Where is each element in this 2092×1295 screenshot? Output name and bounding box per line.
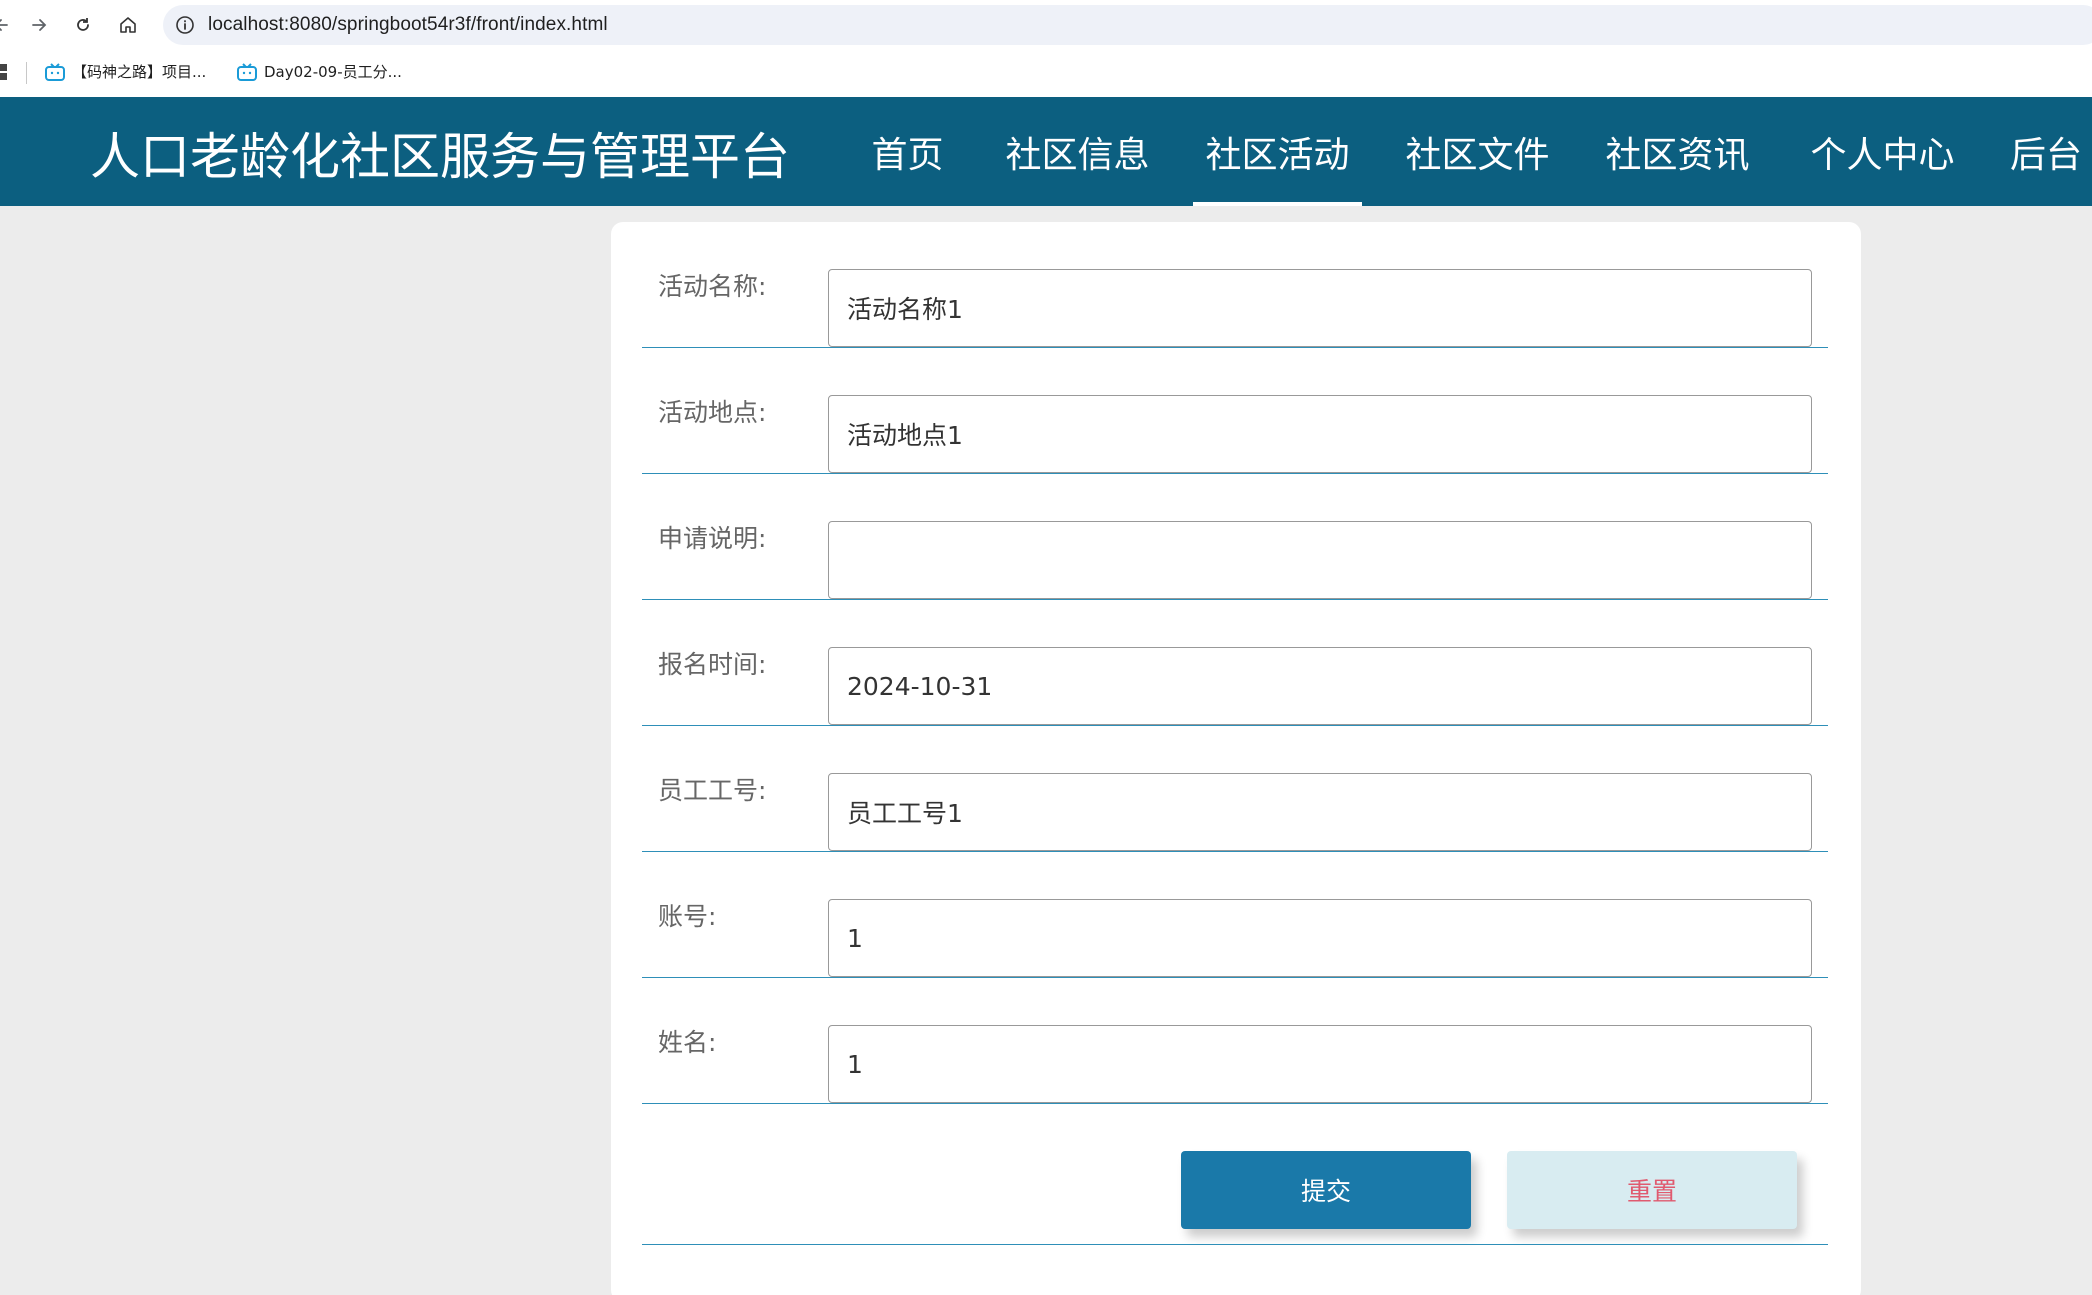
bookmark-item[interactable]: Day02-09-员工分... bbox=[236, 61, 402, 82]
form-row-application-note: 申请说明: bbox=[642, 474, 1828, 600]
input-name[interactable] bbox=[828, 1025, 1812, 1103]
nav-community-files[interactable]: 社区文件 bbox=[1400, 97, 1555, 206]
nav-community-news[interactable]: 社区资讯 bbox=[1600, 97, 1755, 206]
nav-community-info[interactable]: 社区信息 bbox=[1000, 97, 1155, 206]
nav-home[interactable]: 首页 bbox=[860, 97, 955, 206]
bookmark-item[interactable]: 【码神之路】项目... bbox=[44, 61, 206, 82]
label-signup-date: 报名时间: bbox=[658, 650, 767, 679]
reload-icon[interactable] bbox=[68, 10, 98, 40]
form-row-activity-name: 活动名称: bbox=[642, 222, 1828, 348]
input-account[interactable] bbox=[828, 899, 1812, 977]
nav-personal-center[interactable]: 个人中心 bbox=[1805, 97, 1960, 206]
site-title: 人口老龄化社区服务与管理平台 bbox=[90, 128, 790, 186]
label-employee-id: 员工工号: bbox=[658, 776, 767, 805]
bookmark-label: Day02-09-员工分... bbox=[264, 63, 402, 81]
input-activity-name[interactable] bbox=[828, 269, 1812, 347]
submit-button[interactable]: 提交 bbox=[1181, 1151, 1471, 1229]
form-row-name: 姓名: bbox=[642, 978, 1828, 1104]
back-icon[interactable] bbox=[0, 10, 18, 40]
form-bottom-divider bbox=[642, 1244, 1828, 1245]
input-application-note[interactable] bbox=[828, 521, 1812, 599]
label-application-note: 申请说明: bbox=[658, 524, 767, 553]
activity-form-card: 活动名称: 活动地点: 申请说明: 报名时间: 员工工号: 账号: 姓名: 提交… bbox=[611, 222, 1861, 1295]
bilibili-tv-icon bbox=[237, 62, 257, 81]
home-icon[interactable] bbox=[113, 10, 143, 40]
form-row-account: 账号: bbox=[642, 852, 1828, 978]
input-employee-id[interactable] bbox=[828, 773, 1812, 851]
input-signup-date[interactable] bbox=[828, 647, 1812, 725]
browser-chrome: localhost:8080/springboot54r3f/front/ind… bbox=[0, 0, 2092, 97]
site-header: 人口老龄化社区服务与管理平台 首页 社区信息 社区活动 社区文件 社区资讯 个人… bbox=[0, 97, 2092, 206]
label-activity-location: 活动地点: bbox=[658, 398, 767, 427]
address-bar[interactable]: localhost:8080/springboot54r3f/front/ind… bbox=[163, 5, 2092, 45]
bookmark-separator bbox=[26, 62, 27, 84]
form-row-activity-location: 活动地点: bbox=[642, 348, 1828, 474]
label-activity-name: 活动名称: bbox=[658, 272, 767, 301]
label-account: 账号: bbox=[658, 902, 717, 931]
reset-button[interactable]: 重置 bbox=[1507, 1151, 1797, 1229]
input-activity-location[interactable] bbox=[828, 395, 1812, 473]
bilibili-tv-icon bbox=[45, 62, 65, 81]
forward-icon[interactable] bbox=[24, 10, 54, 40]
bookmarks-bar: 【码神之路】项目... Day02-09-员工分... bbox=[0, 52, 2092, 92]
form-row-employee-id: 员工工号: bbox=[642, 726, 1828, 852]
apps-grid-icon[interactable] bbox=[0, 63, 10, 81]
nav-admin[interactable]: 后台 bbox=[2010, 97, 2092, 206]
form-row-signup-date: 报名时间: bbox=[642, 600, 1828, 726]
site-info-icon[interactable] bbox=[173, 13, 197, 37]
nav-community-activity[interactable]: 社区活动 bbox=[1193, 97, 1362, 206]
label-name: 姓名: bbox=[658, 1028, 717, 1057]
bookmark-label: 【码神之路】项目... bbox=[72, 63, 207, 81]
url-text[interactable]: localhost:8080/springboot54r3f/front/ind… bbox=[208, 14, 608, 36]
